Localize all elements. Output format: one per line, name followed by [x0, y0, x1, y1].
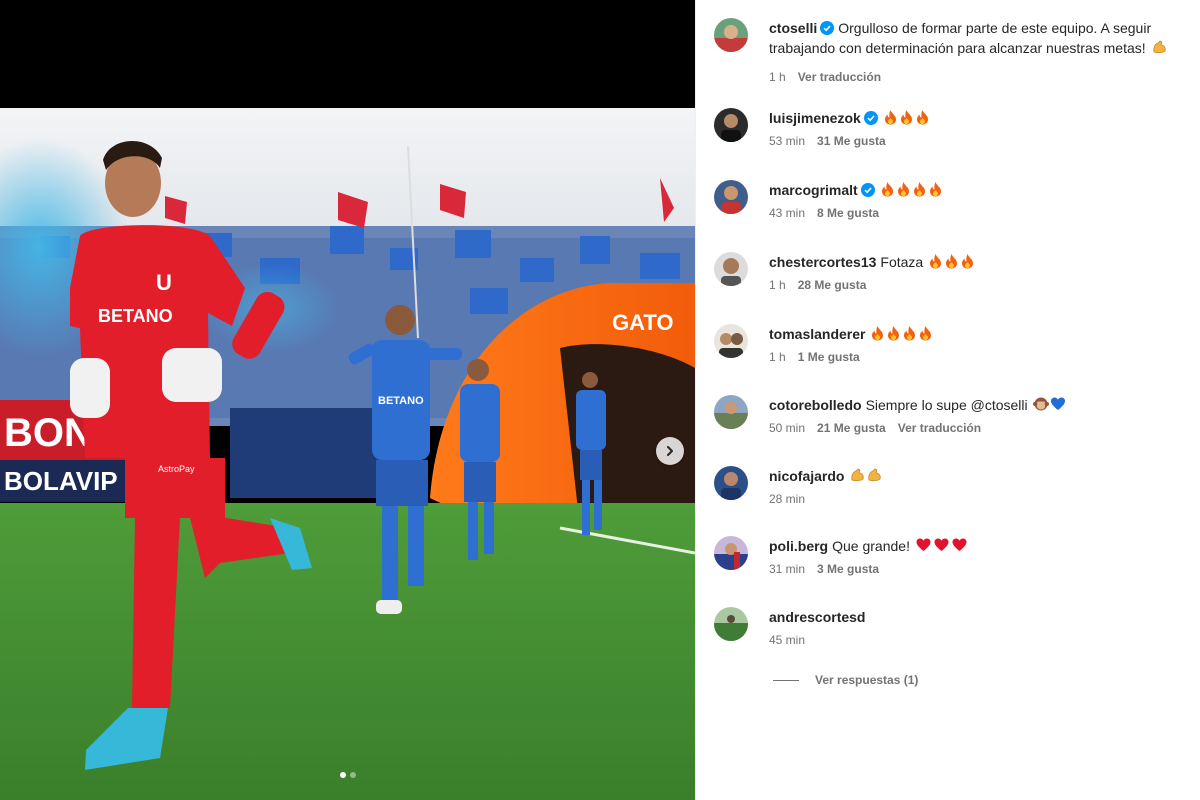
monkey-icon: [1032, 397, 1049, 411]
sponsor-text: BETANO: [98, 306, 173, 326]
verified-badge-icon: [863, 111, 878, 125]
svg-text:U: U: [156, 270, 172, 295]
fire-icon: [881, 182, 893, 197]
replies-divider: [773, 679, 799, 681]
fire-icon: [897, 182, 909, 197]
avatar[interactable]: [714, 536, 748, 570]
avatar[interactable]: [714, 607, 748, 641]
post-photo[interactable]: BONA BOLAVIP GATO BETANO BETANO U AstroP…: [0, 108, 695, 800]
comment-time: 43 min: [769, 206, 806, 220]
flexed-biceps-icon: [1152, 40, 1166, 54]
fire-icon: [913, 182, 925, 197]
fire-icon: [888, 326, 900, 341]
see-translation-link[interactable]: Ver traducción: [898, 421, 981, 435]
carousel-dot: [349, 772, 356, 778]
avatar[interactable]: [714, 180, 748, 214]
verified-badge-icon: [860, 183, 875, 197]
comment-username[interactable]: cotorebolledo: [769, 397, 862, 413]
instagram-post-viewer: BONA BOLAVIP GATO BETANO BETANO U AstroP…: [0, 0, 1200, 800]
fire-icon: [872, 326, 884, 341]
comment-username[interactable]: tomaslanderer: [769, 326, 865, 342]
comment-username[interactable]: poli.berg: [769, 538, 828, 554]
comment-text: Fotaza: [880, 254, 924, 270]
carousel-dot: [339, 772, 346, 778]
fire-icon: [904, 326, 916, 341]
board-text-bolavip: BOLAVIP: [4, 466, 118, 496]
see-translation-link[interactable]: Ver traducción: [798, 70, 881, 84]
post-media: BONA BOLAVIP GATO BETANO BETANO U AstroP…: [0, 0, 695, 800]
flexed-biceps-icon: [851, 468, 864, 482]
comment-username[interactable]: marcogrimalt: [769, 182, 858, 198]
fire-icon: [946, 254, 958, 269]
gatorade-text: GATO: [612, 310, 674, 335]
comment-username[interactable]: andrescortesd: [769, 609, 865, 625]
blue-heart-icon: [1050, 397, 1065, 410]
comment-likes[interactable]: 8 Me gusta: [817, 206, 879, 220]
comment-likes[interactable]: 1 Me gusta: [798, 350, 860, 364]
comment-time: 50 min: [769, 421, 806, 435]
verified-badge-icon: [820, 21, 835, 35]
comment-username[interactable]: nicofajardo: [769, 468, 844, 484]
fire-icon: [962, 254, 974, 269]
avatar[interactable]: [714, 252, 748, 286]
comment-likes[interactable]: 3 Me gusta: [817, 562, 879, 576]
fire-icon: [930, 254, 942, 269]
fire-icon: [920, 326, 932, 341]
comments-panel: ctoselli Orgulloso de formar parte de est…: [695, 0, 1200, 800]
chevron-right-icon: [667, 446, 673, 456]
comment-text: Siempre lo supe @ctoselli: [865, 397, 1028, 413]
red-heart-icon: [934, 538, 949, 551]
view-replies-button[interactable]: Ver respuestas (1): [773, 673, 918, 687]
carousel-next-button[interactable]: [656, 437, 684, 465]
view-replies-label: Ver respuestas (1): [815, 673, 919, 687]
comment-time: 53 min: [769, 134, 806, 148]
comment-time: 31 min: [769, 562, 806, 576]
comment-likes[interactable]: 31 Me gusta: [817, 134, 886, 148]
shorts-text: AstroPay: [158, 464, 195, 474]
fire-icon: [929, 182, 941, 197]
fire-icon: [916, 110, 928, 125]
caption-time: 1 h: [769, 70, 786, 84]
comment-text: Que grande!: [832, 538, 910, 554]
red-heart-icon: [952, 538, 967, 551]
comment-username[interactable]: chestercortes13: [769, 254, 876, 270]
comment-username[interactable]: luisjimenezok: [769, 110, 861, 126]
avatar[interactable]: [714, 18, 748, 52]
comment-likes[interactable]: 21 Me gusta: [817, 421, 886, 435]
caption-username[interactable]: ctoselli: [769, 20, 817, 36]
comment-time: 1 h: [769, 350, 786, 364]
avatar[interactable]: [714, 466, 748, 500]
comment-likes[interactable]: 28 Me gusta: [798, 278, 867, 292]
red-heart-icon: [916, 538, 931, 551]
avatar[interactable]: [714, 395, 748, 429]
fire-icon: [900, 110, 912, 125]
avatar[interactable]: [714, 324, 748, 358]
comment-time: 45 min: [769, 633, 806, 647]
comment-time: 1 h: [769, 278, 786, 292]
carousel-indicator: [0, 772, 695, 778]
flexed-biceps-icon: [868, 468, 881, 482]
fire-icon: [884, 110, 896, 125]
svg-text:BETANO: BETANO: [378, 395, 424, 407]
comment-time: 28 min: [769, 492, 806, 506]
avatar[interactable]: [714, 108, 748, 142]
